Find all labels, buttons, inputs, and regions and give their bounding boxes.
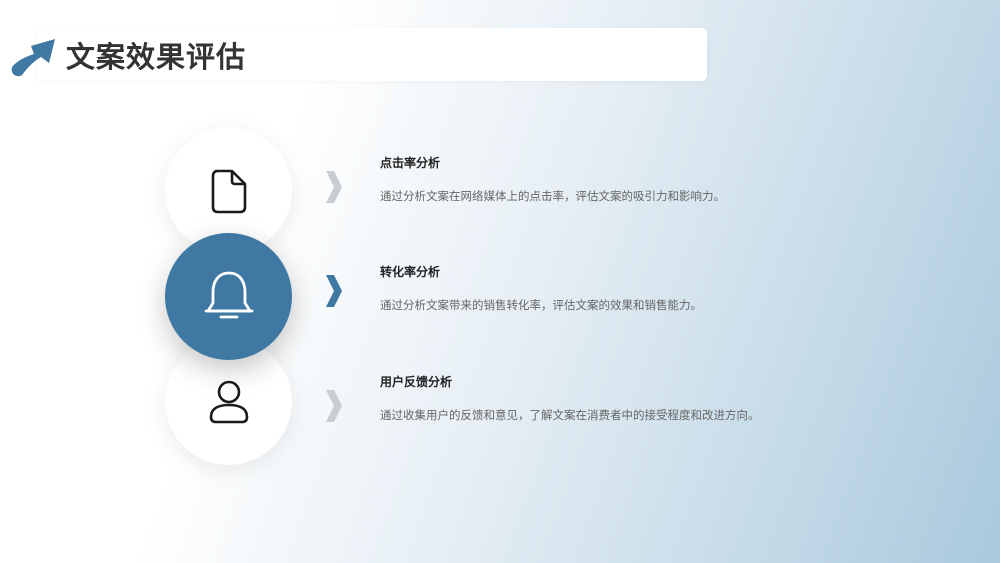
list-item: 转化率分析 通过分析文案带来的销售转化率，评估文案的效果和销售能力。 <box>380 263 940 314</box>
item-description: 通过分析文案在网络媒体上的点击率，评估文案的吸引力和影响力。 <box>380 189 725 203</box>
item-title: 转化率分析 <box>380 265 441 279</box>
item-description: 通过分析文案带来的销售转化率，评估文案的效果和销售能力。 <box>380 298 702 312</box>
list-item: 用户反馈分析 通过收集用户的反馈和意见，了解文案在消费者中的接受程度和改进方向。 <box>380 373 940 424</box>
user-icon <box>209 380 248 423</box>
chevron-right-icon <box>326 275 342 307</box>
page-title: 文案效果评估 <box>66 40 247 74</box>
bell-icon <box>204 271 253 318</box>
arrow-icon <box>11 39 55 77</box>
slide: 文案效果评估 点击率分析 通过分析文案在网络媒体上的点击率，评估文案的吸引力和影… <box>0 0 1000 563</box>
circle-item-2[interactable] <box>165 233 292 360</box>
item-title: 点击率分析 <box>380 156 441 170</box>
item-description: 通过收集用户的反馈和意见，了解文案在消费者中的接受程度和改进方向。 <box>380 408 760 422</box>
document-icon <box>211 169 246 213</box>
item-title: 用户反馈分析 <box>380 375 453 389</box>
chevron-right-icon <box>326 390 342 422</box>
chevron-right-icon <box>326 171 342 203</box>
list-item: 点击率分析 通过分析文案在网络媒体上的点击率，评估文案的吸引力和影响力。 <box>380 154 940 205</box>
